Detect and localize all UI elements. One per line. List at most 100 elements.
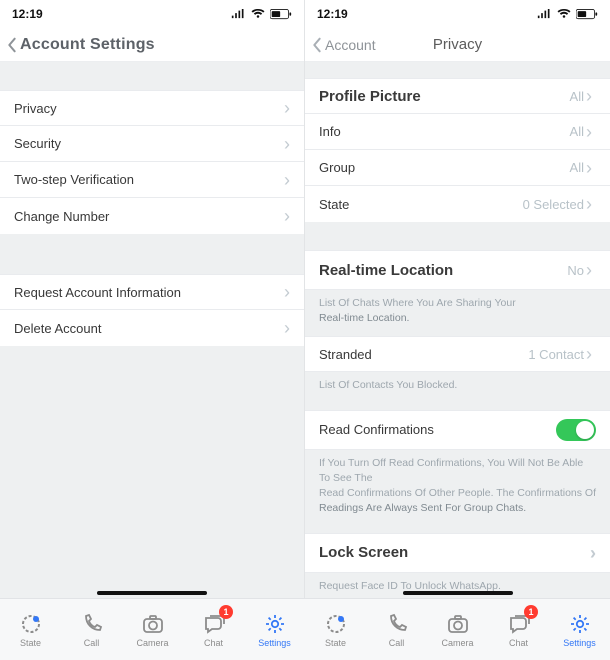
row-security[interactable]: Security›	[0, 126, 304, 162]
phone-right-privacy: 12:19 Account Privacy Profile PictureAll…	[305, 0, 610, 598]
tab-label: Chat	[204, 638, 223, 648]
row-value: 1 Contact›	[528, 345, 592, 363]
tab-chat[interactable]: Chat 1	[183, 599, 244, 660]
row-label: Read Confirmations	[319, 422, 556, 437]
home-indicator	[97, 591, 207, 595]
row-value: All›	[570, 87, 592, 105]
row-label: Privacy	[14, 101, 284, 116]
status-icon	[19, 612, 43, 636]
row-label: Security	[14, 136, 284, 151]
battery-icon	[576, 9, 598, 20]
camera-icon	[446, 612, 470, 636]
tab-call[interactable]: Call	[366, 599, 427, 660]
tabbar-left: State Call Camera Chat 1 Settings	[0, 599, 305, 660]
camera-icon	[141, 612, 165, 636]
chevron-right-icon: ›	[284, 135, 290, 153]
status-bar: 12:19	[0, 0, 304, 28]
tabbar-right: StateCall Camera Chat 1 Settings	[305, 599, 610, 660]
phone-icon	[80, 612, 104, 636]
tab-camera[interactable]: Camera	[122, 599, 183, 660]
row-state[interactable]: State0 Selected›	[305, 186, 610, 222]
tabbar: StateCallCameraChat1Settings StateCallCa…	[0, 598, 610, 660]
tab-label: Camera	[136, 638, 168, 648]
status-icons	[537, 9, 598, 20]
row-change-number[interactable]: Change Number›	[0, 198, 304, 234]
chevron-right-icon: ›	[586, 195, 592, 213]
row-stranded[interactable]: Stranded 1 Contact›	[305, 336, 610, 372]
row-value: No›	[567, 261, 592, 279]
header: Account Settings	[0, 28, 304, 62]
badge: 1	[524, 605, 538, 619]
toggle-read-confirmations[interactable]	[556, 419, 596, 441]
wifi-icon	[251, 9, 265, 19]
tab-chat[interactable]: Chat 1	[488, 599, 549, 660]
chevron-right-icon: ›	[284, 207, 290, 225]
chevron-right-icon: ›	[284, 99, 290, 117]
header: Account Privacy	[305, 28, 610, 62]
row-privacy[interactable]: Privacy›	[0, 90, 304, 126]
row-label: Group	[319, 160, 570, 175]
section-gap	[0, 234, 304, 274]
home-indicator	[403, 591, 513, 595]
list-section-a: Privacy›Security›Two-step Verification›C…	[0, 90, 304, 234]
gear-icon	[263, 612, 287, 636]
row-label: Two-step Verification	[14, 172, 284, 187]
row-lock-screen[interactable]: Lock Screen ›	[305, 533, 610, 573]
row-group[interactable]: GroupAll›	[305, 150, 610, 186]
row-read-confirmations[interactable]: Read Confirmations	[305, 410, 610, 450]
tab-state[interactable]: State	[305, 599, 366, 660]
row-value: All›	[570, 123, 592, 141]
status-bar: 12:19	[305, 0, 610, 28]
status-icons	[231, 9, 292, 20]
row-two-step-verification[interactable]: Two-step Verification›	[0, 162, 304, 198]
section-gap	[305, 222, 610, 250]
chevron-left-icon	[311, 36, 323, 54]
caption-stranded: List Of Contacts You Blocked.	[305, 372, 610, 403]
row-realtime-location[interactable]: Real-time Location No›	[305, 250, 610, 290]
tab-label: Camera	[441, 638, 473, 648]
row-value: 0 Selected›	[523, 195, 592, 213]
tab-label: State	[20, 638, 41, 648]
section-gap	[0, 62, 304, 90]
signal-icon	[231, 9, 246, 19]
tab-camera[interactable]: Camera	[427, 599, 488, 660]
tab-settings[interactable]: Settings	[244, 599, 305, 660]
status-time: 12:19	[12, 7, 43, 21]
row-label: Lock Screen	[319, 544, 590, 561]
phone-icon	[385, 612, 409, 636]
tab-settings[interactable]: Settings	[549, 599, 610, 660]
phone-left-account-settings: 12:19 Account Settings Privacy›Security›…	[0, 0, 305, 598]
chevron-right-icon: ›	[284, 319, 290, 337]
row-label: Stranded	[319, 347, 528, 362]
row-label: State	[319, 197, 523, 212]
row-label: Info	[319, 124, 570, 139]
battery-icon	[270, 9, 292, 20]
back-button[interactable]: Account Settings	[6, 36, 155, 54]
row-label: Request Account Information	[14, 285, 284, 300]
row-label: Delete Account	[14, 321, 284, 336]
tab-label: Settings	[563, 638, 596, 648]
row-label: Real-time Location	[319, 262, 567, 279]
row-delete-account[interactable]: Delete Account›	[0, 310, 304, 346]
tab-label: Chat	[509, 638, 528, 648]
caption-realtime-location: List Of Chats Where You Are Sharing Your…	[305, 290, 610, 336]
back-button[interactable]: Account	[311, 36, 376, 54]
chevron-right-icon: ›	[586, 159, 592, 177]
status-time: 12:19	[317, 7, 348, 21]
tab-call[interactable]: Call	[61, 599, 122, 660]
section-gap	[305, 62, 610, 78]
chevron-right-icon: ›	[586, 261, 592, 279]
row-info[interactable]: InfoAll›	[305, 114, 610, 150]
row-request-account-information[interactable]: Request Account Information›	[0, 274, 304, 310]
badge: 1	[219, 605, 233, 619]
row-profile-picture[interactable]: Profile PictureAll›	[305, 78, 610, 114]
header-title: Privacy	[433, 36, 482, 53]
chevron-right-icon: ›	[590, 544, 596, 562]
chevron-right-icon: ›	[586, 345, 592, 363]
header-title: Account Settings	[20, 36, 155, 54]
wifi-icon	[557, 9, 571, 19]
chevron-left-icon	[6, 36, 18, 54]
tab-state[interactable]: State	[0, 599, 61, 660]
list-section-b: Request Account Information›Delete Accou…	[0, 274, 304, 346]
chevron-right-icon: ›	[586, 87, 592, 105]
